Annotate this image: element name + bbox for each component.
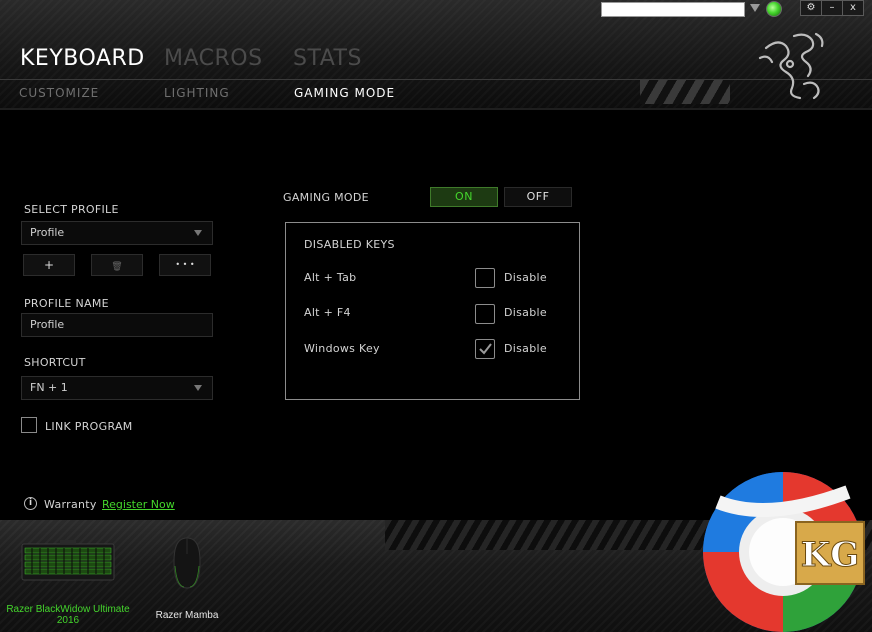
select-profile-label: SELECT PROFILE [24,203,119,216]
register-now-link[interactable]: Register Now [102,498,175,511]
chevron-down-icon [194,230,202,236]
warranty-label: Warranty [44,498,97,511]
account-dropdown-icon[interactable] [750,4,760,12]
disable-windows-key-checkbox[interactable] [475,339,495,359]
gaming-mode-on-button[interactable]: ON [430,187,498,207]
device-name-mamba: Razer Mamba [155,610,219,621]
delete-profile-button[interactable]: 🗑 [91,254,143,276]
gaming-mode-label: GAMING MODE [283,191,369,204]
keyboard-icon [21,540,115,581]
watermark-text: KG [801,535,860,575]
tab-keyboard[interactable]: KEYBOARD [20,46,145,71]
tab-macros[interactable]: MACROS [164,46,263,71]
key-name-windows-key: Windows Key [304,342,380,355]
shortcut-dropdown[interactable]: FN + 1 [21,376,213,400]
decorative-stripes [640,80,730,104]
header-divider [0,79,872,80]
settings-button[interactable]: ⚙ [800,0,822,16]
more-options-button[interactable]: • • • [159,254,211,276]
device-name-line1: Razer BlackWidow Ultimate [6,604,130,615]
key-name-alt-f4: Alt + F4 [304,306,351,319]
profile-dropdown-value: Profile [30,226,65,239]
device-name-line2: 2016 [56,615,80,626]
header-divider [0,108,872,110]
disabled-keys-panel: DISABLED KEYS Alt + Tab Disable Alt + F4… [285,222,580,400]
disable-alt-tab-label: Disable [504,271,547,284]
user-account-field[interactable] [601,2,745,17]
status-online-icon [766,1,782,17]
tab-stats[interactable]: STATS [293,46,362,71]
kg-watermark-logo: KG [703,472,865,632]
chevron-down-icon [194,385,202,391]
device-mamba[interactable] [170,536,204,590]
subtab-gaming-mode[interactable]: GAMING MODE [294,86,395,100]
subtab-lighting[interactable]: LIGHTING [164,86,230,100]
disable-alt-f4-checkbox[interactable] [475,304,495,324]
device-blackwidow[interactable] [20,540,116,584]
profile-name-label: PROFILE NAME [24,297,109,310]
link-program-label: LINK PROGRAM [45,420,133,433]
disable-windows-key-label: Disable [504,342,547,355]
disable-alt-tab-checkbox[interactable] [475,268,495,288]
close-button[interactable]: x [842,0,864,16]
disable-alt-f4-label: Disable [504,306,547,319]
checkmark-icon [479,343,492,355]
trash-icon: 🗑 [111,262,123,272]
profile-dropdown[interactable]: Profile [21,221,213,245]
info-icon: i [24,497,37,510]
mouse-icon [173,537,201,589]
subtab-customize[interactable]: CUSTOMIZE [19,86,99,100]
shortcut-dropdown-value: FN + 1 [30,381,68,394]
disabled-keys-title: DISABLED KEYS [304,238,395,251]
minimize-button[interactable]: – [821,0,843,16]
gaming-mode-off-button[interactable]: OFF [504,187,572,207]
add-profile-button[interactable]: + [23,254,75,276]
device-name-blackwidow: Razer BlackWidow Ultimate 2016 [0,604,136,626]
key-name-alt-tab: Alt + Tab [304,271,357,284]
shortcut-label: SHORTCUT [24,356,86,369]
razer-logo-icon [758,32,824,100]
profile-name-input[interactable]: Profile [21,313,213,337]
link-program-checkbox[interactable] [21,417,37,433]
